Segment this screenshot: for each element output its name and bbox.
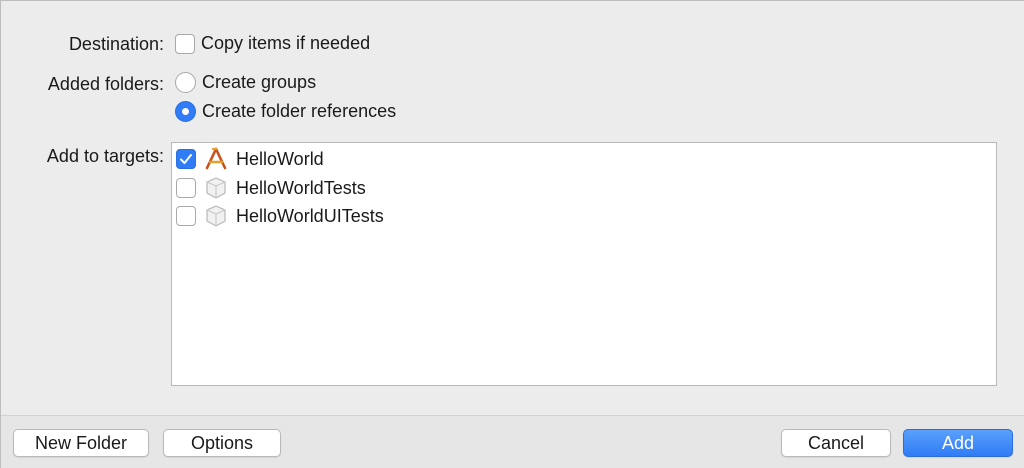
copy-items-label: Copy items if needed bbox=[201, 33, 371, 53]
target-name-helloworlduitests: HelloWorldUITests bbox=[236, 205, 384, 226]
test-bundle-icon bbox=[204, 204, 228, 228]
copy-items-option[interactable]: Copy items if needed bbox=[175, 33, 370, 54]
dialog-options-panel: Destination: Copy items if needed Added … bbox=[1, 1, 1024, 415]
target-row-helloworldtests[interactable]: HelloWorldTests bbox=[176, 176, 366, 200]
destination-label: Destination: bbox=[68, 34, 164, 54]
create-groups-radio[interactable] bbox=[175, 72, 196, 93]
create-folder-references-radio[interactable] bbox=[175, 101, 196, 122]
add-files-dialog: Destination: Copy items if needed Added … bbox=[0, 0, 1024, 468]
target-name-helloworld: HelloWorld bbox=[236, 148, 324, 169]
checkmark-icon bbox=[180, 154, 192, 164]
target-row-helloworld[interactable]: HelloWorld bbox=[176, 147, 324, 171]
create-folder-references-option[interactable]: Create folder references bbox=[175, 101, 396, 122]
target-checkbox-helloworlduitests[interactable] bbox=[176, 206, 196, 226]
add-to-targets-label: Add to targets: bbox=[46, 146, 164, 166]
target-name-helloworldtests: HelloWorldTests bbox=[236, 177, 366, 198]
new-folder-button[interactable]: New Folder bbox=[13, 429, 149, 457]
create-groups-option[interactable]: Create groups bbox=[175, 72, 316, 93]
target-checkbox-helloworldtests[interactable] bbox=[176, 178, 196, 198]
test-bundle-icon bbox=[204, 176, 228, 200]
target-row-helloworlduitests[interactable]: HelloWorldUITests bbox=[176, 204, 384, 228]
target-checkbox-helloworld[interactable] bbox=[176, 149, 196, 169]
added-folders-label: Added folders: bbox=[47, 74, 164, 94]
copy-items-checkbox[interactable] bbox=[175, 33, 195, 54]
create-folder-references-label: Create folder references bbox=[202, 101, 397, 121]
cancel-button[interactable]: Cancel bbox=[781, 429, 891, 457]
targets-list[interactable]: HelloWorld HelloWorldTests HelloWorldUIT… bbox=[171, 142, 997, 386]
options-button[interactable]: Options bbox=[163, 429, 281, 457]
add-button[interactable]: Add bbox=[903, 429, 1013, 457]
app-target-icon bbox=[204, 147, 228, 171]
create-groups-label: Create groups bbox=[202, 72, 317, 92]
